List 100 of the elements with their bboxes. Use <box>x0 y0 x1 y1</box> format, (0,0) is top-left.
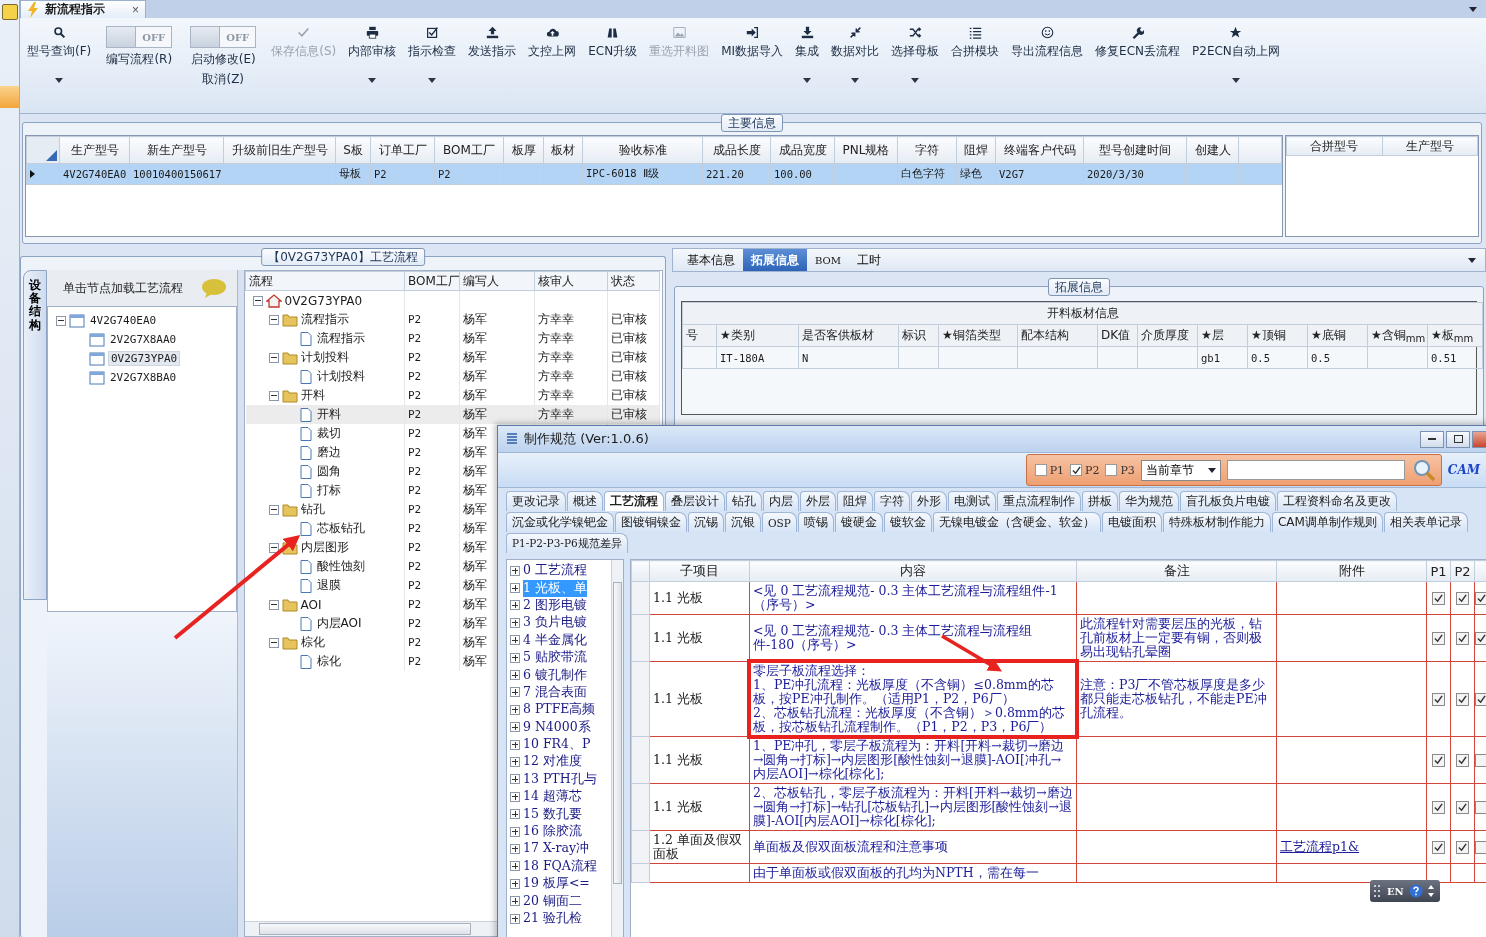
column-header[interactable]: S板 <box>335 136 371 164</box>
column-header[interactable]: 验收标准 <box>582 136 703 164</box>
tab[interactable]: 字符 <box>874 491 910 511</box>
expand-icon[interactable] <box>510 826 520 837</box>
chapter-item[interactable]: 16 除胶流 <box>523 823 582 841</box>
column-header[interactable]: 终端客户代码 <box>995 136 1084 164</box>
collapse-icon[interactable] <box>268 390 279 401</box>
expand-icon[interactable] <box>510 896 520 907</box>
tab[interactable]: 外形 <box>911 491 947 511</box>
tab[interactable]: BOM <box>807 249 849 271</box>
process-row[interactable]: 流程指示 P2 杨军 方幸幸 已审核 <box>245 329 660 348</box>
column-header[interactable]: 附件 <box>1276 560 1427 582</box>
chapter-item[interactable]: 7 混合表面 <box>523 683 587 701</box>
tab[interactable]: P1-P2-P3-P6规范差异 <box>506 533 628 553</box>
checkbox[interactable]: P3 <box>1105 463 1135 477</box>
column-header[interactable]: 编写人 <box>459 271 535 291</box>
column-header[interactable]: 成品宽度 <box>770 136 835 164</box>
tab[interactable]: 内层 <box>763 491 799 511</box>
expand-icon[interactable] <box>510 565 520 576</box>
tab[interactable]: 工时 <box>849 249 889 271</box>
collapse-icon[interactable] <box>56 315 66 326</box>
chapter-item[interactable]: 21 验孔检 <box>523 910 582 927</box>
collapse-icon[interactable] <box>252 295 263 306</box>
help-icon[interactable] <box>1408 884 1423 898</box>
checkbox[interactable] <box>1456 754 1469 767</box>
column-header[interactable]: 备注 <box>1076 560 1277 582</box>
column-header[interactable]: 成品长度 <box>702 136 771 164</box>
column-header[interactable]: BOM工厂 <box>434 136 504 164</box>
checkbox[interactable]: P1 <box>1034 463 1065 477</box>
tab[interactable]: 图镀铜镍金 <box>615 512 687 532</box>
toolbar-button[interactable]: 合拼模块 <box>946 26 1005 104</box>
toolbar-button[interactable]: 型号查询(F) <box>22 26 97 104</box>
column-header[interactable]: 板厚 <box>503 136 544 164</box>
expand-icon[interactable] <box>510 722 520 733</box>
expand-icon[interactable] <box>510 913 520 924</box>
tab[interactable]: 基本信息 <box>679 249 743 271</box>
chapter-item[interactable]: 17 X-ray冲 <box>523 840 590 858</box>
checkbox[interactable]: P2 <box>1070 463 1100 477</box>
collapse-icon[interactable] <box>268 352 279 363</box>
close-button[interactable]: × <box>132 2 139 17</box>
tab[interactable]: 特殊板材制作能力 <box>1162 512 1271 532</box>
expand-icon[interactable] <box>510 757 520 767</box>
column-header[interactable]: 合拼型号 <box>1286 136 1382 156</box>
collapse-icon[interactable] <box>268 637 279 648</box>
checkbox[interactable] <box>1432 841 1445 854</box>
tree-item[interactable]: 2V2G7X8BA0 <box>108 371 179 384</box>
tab[interactable]: 重点流程制作 <box>997 491 1081 511</box>
scroll-arrows-icon[interactable] <box>1427 884 1434 898</box>
checkbox[interactable] <box>1456 693 1469 706</box>
side-tab[interactable]: 设备结构 <box>23 270 47 600</box>
checkbox[interactable] <box>1475 841 1486 854</box>
process-row[interactable]: 计划投料 P2 杨军 方幸幸 已审核 <box>245 367 660 386</box>
expand-icon[interactable] <box>510 687 520 698</box>
chapter-item[interactable]: 8 PTFE高频 <box>523 701 596 719</box>
tab[interactable]: 工艺流程 <box>604 491 664 511</box>
tab[interactable]: 盲孔板负片电镀 <box>1180 491 1276 511</box>
toolbar-button[interactable]: 集成 <box>790 26 825 104</box>
chapter-item[interactable]: 9 N4000系 <box>523 718 591 736</box>
column-header[interactable]: 生产型号 <box>59 136 130 164</box>
column-header[interactable]: 阻焊 <box>956 136 996 164</box>
tab[interactable]: OSP <box>762 512 797 532</box>
column-header[interactable]: 字符 <box>897 136 957 164</box>
tab[interactable]: 拓展信息 <box>743 249 807 271</box>
column-header[interactable]: 内容 <box>749 560 1077 582</box>
column-header[interactable]: 状态 <box>607 271 660 291</box>
checkbox[interactable] <box>1475 632 1486 645</box>
expand-icon[interactable] <box>510 861 520 872</box>
tab[interactable]: 沉金或化学镍钯金 <box>506 512 614 532</box>
collapse-icon[interactable] <box>268 599 279 610</box>
checkbox[interactable] <box>1432 754 1445 767</box>
chapter-item[interactable]: 20 铜面二 <box>523 892 582 910</box>
column-header[interactable]: 型号创建时间 <box>1083 136 1187 164</box>
table-row[interactable]: 4V2G740EA0 10010400150617 母板 P2 P2 IPC-6018 Ⅱ级 221.20 100.00 白色字符 绿色 V2G7 2020/3/30 <box>26 163 1282 185</box>
process-row[interactable]: 流程指示 P2 杨军 方幸幸 已审核 <box>245 310 660 329</box>
expand-icon[interactable] <box>510 635 520 646</box>
column-header[interactable]: 生产型号 <box>1382 136 1478 156</box>
expand-icon[interactable] <box>510 739 520 750</box>
column-header[interactable]: 创建人 <box>1186 136 1239 164</box>
tab[interactable]: 无镍电镀金（含硬金、软金） <box>932 512 1101 532</box>
expand-icon[interactable] <box>510 878 520 889</box>
checkbox[interactable] <box>1456 592 1469 605</box>
process-row[interactable]: 计划投料 P2 杨军 方幸幸 已审核 <box>245 348 660 367</box>
scrollbar[interactable] <box>611 560 623 937</box>
expand-icon[interactable] <box>510 774 520 785</box>
cancel-button[interactable]: 取消(Z) <box>202 71 245 88</box>
column-header[interactable]: 流程 <box>245 271 405 291</box>
checkbox[interactable] <box>1432 592 1445 605</box>
column-header[interactable]: 核审人 <box>534 271 608 291</box>
toolbar-button[interactable]: 指示检查 <box>403 26 462 104</box>
column-header[interactable]: 子项目 <box>649 560 750 582</box>
tab[interactable]: 华为规范 <box>1119 491 1179 511</box>
chapter-item[interactable]: 18 FQA流程 <box>523 857 597 875</box>
checkbox[interactable] <box>1475 693 1486 706</box>
checkbox[interactable] <box>1475 592 1486 605</box>
checkbox[interactable] <box>1432 632 1445 645</box>
collapse-icon[interactable] <box>268 314 279 325</box>
tab[interactable]: 拼板 <box>1082 491 1118 511</box>
tab[interactable]: 叠层设计 <box>665 491 725 511</box>
tab[interactable]: 相关表单记录 <box>1383 512 1468 532</box>
expand-icon[interactable] <box>510 670 520 681</box>
